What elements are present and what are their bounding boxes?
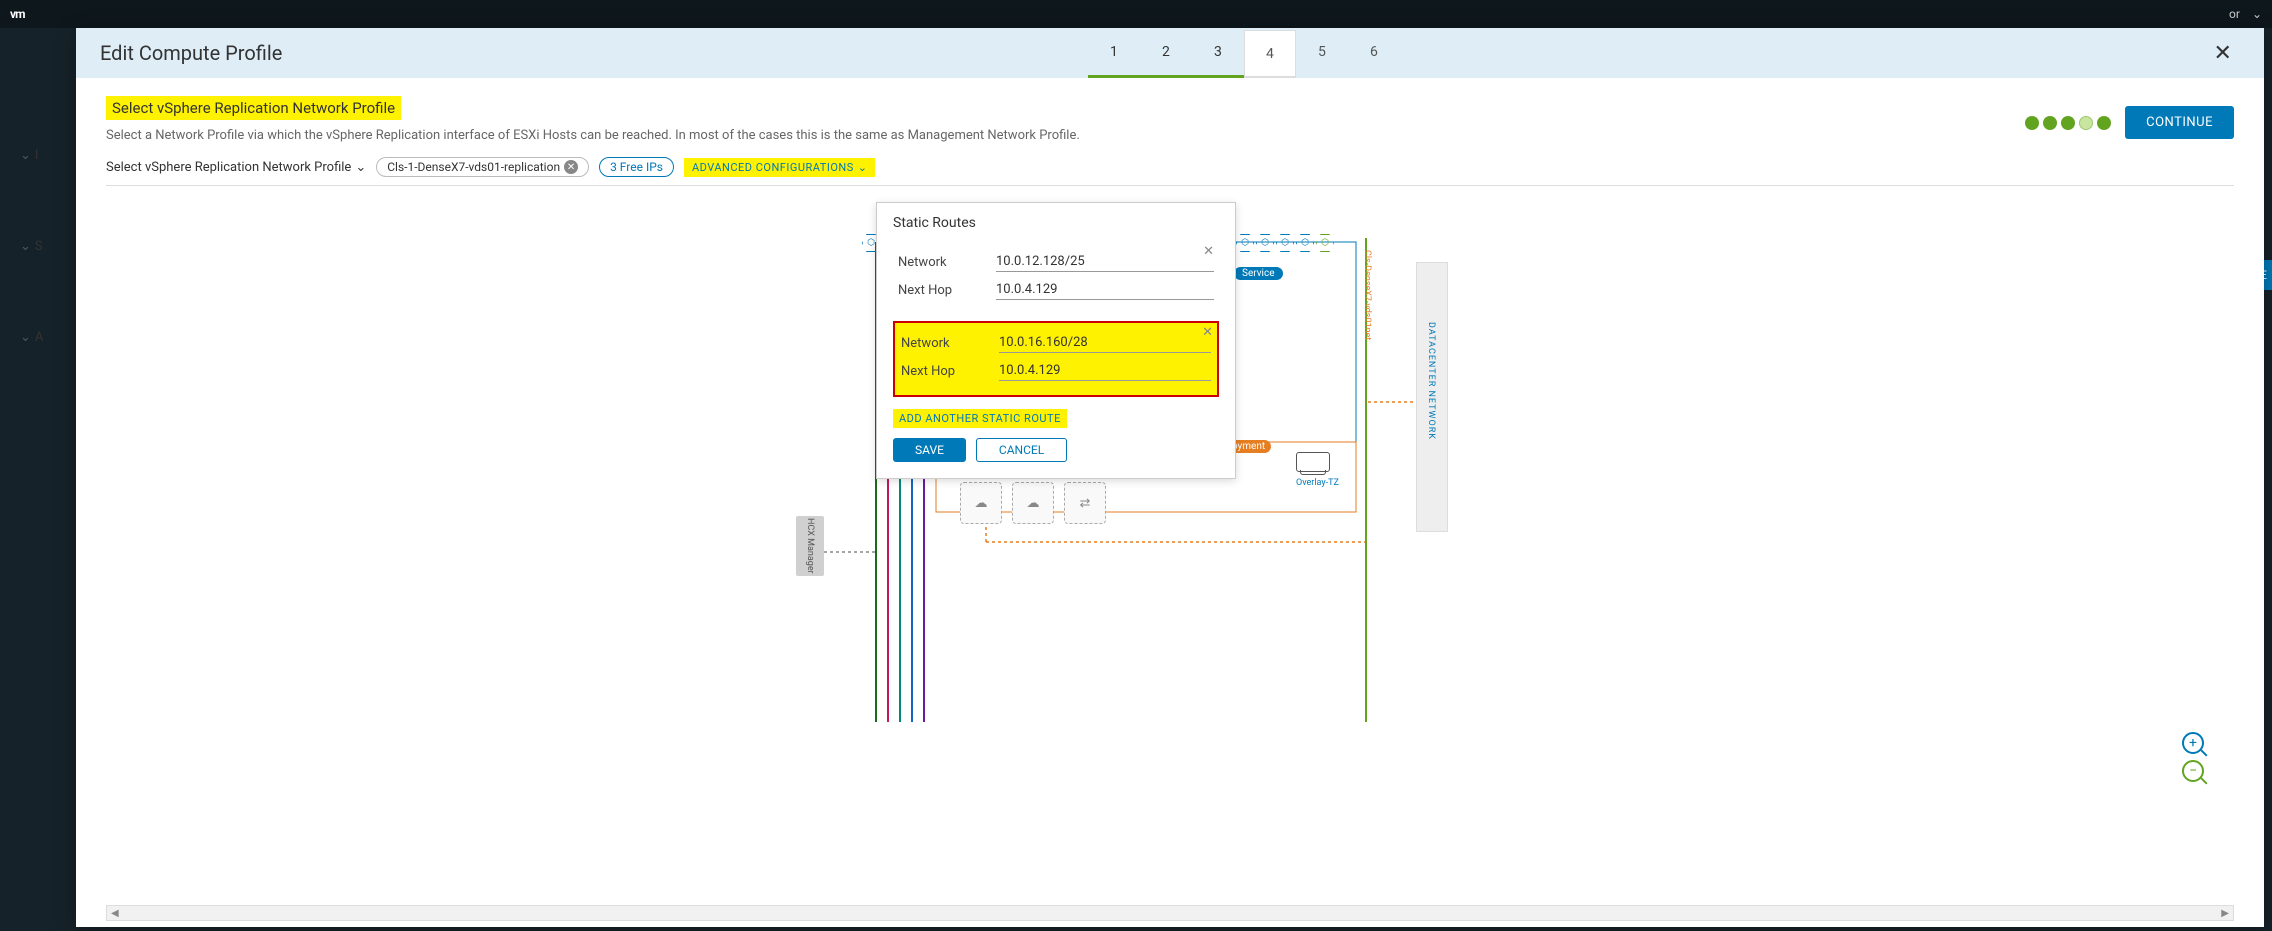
save-button[interactable]: SAVE — [893, 438, 966, 462]
status-dot-2 — [2043, 116, 2057, 130]
network-input[interactable]: 10.0.16.160/28 — [999, 333, 1211, 353]
scroll-left-icon[interactable]: ◀ — [111, 908, 119, 919]
network-input[interactable]: 10.0.12.128/25 — [996, 252, 1214, 272]
static-routes-popover: Static Routes ✕ Network 10.0.12.128/25 N… — [876, 202, 1236, 479]
free-ips-pill[interactable]: 3 Free IPs — [599, 157, 674, 177]
remove-profile-icon[interactable]: ✕ — [564, 160, 578, 174]
user-menu-chevron-icon[interactable]: ⌄ — [2252, 7, 2262, 21]
edit-compute-profile-modal: Edit Compute Profile 1 2 3 4 5 6 ✕ CONTI… — [76, 28, 2264, 927]
bg-item-1: I — [35, 148, 39, 163]
datacenter-network-label: DATACENTER NETWORK — [1426, 322, 1436, 440]
wizard-step-1[interactable]: 1 — [1088, 28, 1140, 78]
app-bar: vm or ⌄ — [0, 0, 2272, 28]
zoom-in-icon[interactable]: + — [2182, 732, 2204, 754]
static-route-2: ✕ Network 10.0.16.160/28 Next Hop 10.0.4… — [893, 321, 1219, 397]
wizard-step-4[interactable]: 4 — [1244, 30, 1296, 78]
section-description: Select a Network Profile via which the v… — [106, 128, 2234, 143]
network-profile-label: Select vSphere Replication Network Profi… — [106, 160, 366, 175]
hex-icon: ⬡ — [1256, 234, 1274, 252]
nexthop-input[interactable]: 10.0.4.129 — [996, 280, 1214, 300]
wizard-step-3[interactable]: 3 — [1192, 28, 1244, 78]
status-dots — [2025, 116, 2111, 130]
hex-icon: ⬡ — [1276, 234, 1294, 252]
router-icon — [1296, 452, 1330, 472]
wizard-step-2[interactable]: 2 — [1140, 28, 1192, 78]
continue-button[interactable]: CONTINUE — [2125, 106, 2234, 139]
scroll-right-icon[interactable]: ▶ — [2221, 908, 2229, 919]
wizard-steps: 1 2 3 4 5 6 — [1088, 28, 1400, 78]
network-label: Network — [901, 336, 981, 351]
chevron-down-icon: ⌄ — [20, 239, 31, 254]
advanced-configurations-link[interactable]: ADVANCED CONFIGURATIONS ⌄ — [684, 158, 876, 177]
status-dot-1 — [2025, 116, 2039, 130]
section-title: Select vSphere Replication Network Profi… — [106, 96, 401, 120]
cancel-button[interactable]: CANCEL — [976, 438, 1067, 462]
selected-profile-label: Cls-1-DenseX7-vds01-replication — [387, 160, 560, 174]
status-dot-5 — [2097, 116, 2111, 130]
hex-icon: ⬡ — [1296, 234, 1314, 252]
hex-icon: ⬡ — [1316, 234, 1334, 252]
vmware-logo: vm — [10, 7, 24, 21]
app-bar-right: or ⌄ — [2229, 7, 2262, 21]
service-badge: Service — [1234, 265, 1283, 280]
close-icon[interactable]: ✕ — [2206, 37, 2240, 70]
bg-item-3: A — [35, 330, 43, 345]
appliance-icons: ☁ ☁ ⇄ — [960, 482, 1106, 524]
modal-header: Edit Compute Profile 1 2 3 4 5 6 ✕ — [76, 28, 2264, 78]
selected-profile-pill[interactable]: Cls-1-DenseX7-vds01-replication ✕ — [376, 157, 589, 177]
chevron-down-icon: ⌄ — [20, 330, 31, 345]
network-profile-row: Select vSphere Replication Network Profi… — [106, 157, 2234, 177]
hcx-manager-box: HCX Manager — [796, 516, 824, 576]
popover-title: Static Routes — [893, 215, 1219, 231]
nexthop-label: Next Hop — [898, 283, 978, 298]
user-menu-suffix[interactable]: or — [2229, 7, 2240, 21]
modal-title: Edit Compute Profile — [100, 41, 282, 65]
appliance-icon: ⇄ — [1064, 482, 1106, 524]
chevron-down-icon: ⌄ — [858, 161, 868, 174]
zoom-controls: + − — [2182, 732, 2204, 782]
hex-icon: ⬡ — [1236, 234, 1254, 252]
horizontal-scrollbar[interactable]: ◀ ▶ — [106, 905, 2234, 921]
divider — [106, 185, 2234, 186]
bg-item-2: S — [35, 239, 43, 254]
appliance-icon: ☁ — [1012, 482, 1054, 524]
remove-route-icon[interactable]: ✕ — [1202, 325, 1213, 340]
chevron-down-icon: ⌄ — [20, 148, 31, 163]
modal-body: CONTINUE Select vSphere Replication Netw… — [76, 78, 2264, 905]
overlay-router: Overlay-TZ — [1296, 452, 1339, 488]
zoom-out-icon[interactable]: − — [2182, 760, 2204, 782]
status-dot-3 — [2061, 116, 2075, 130]
network-label: Network — [898, 255, 978, 270]
chevron-down-icon[interactable]: ⌄ — [355, 160, 366, 175]
header-actions: CONTINUE — [2025, 106, 2234, 139]
add-static-route-link[interactable]: ADD ANOTHER STATIC ROUTE — [893, 409, 1067, 428]
diagram-canvas: Static Routes ✕ Network 10.0.12.128/25 N… — [106, 202, 2234, 822]
appliance-icon: ☁ — [960, 482, 1002, 524]
nexthop-input[interactable]: 10.0.4.129 — [999, 361, 1211, 381]
cluster-label: Cls-DenseX7-vds01net — [1362, 250, 1372, 340]
overlay-label: Overlay-TZ — [1296, 478, 1339, 488]
status-dot-4 — [2079, 116, 2093, 130]
remove-route-icon[interactable]: ✕ — [1203, 244, 1214, 259]
static-route-1: ✕ Network 10.0.12.128/25 Next Hop 10.0.4… — [893, 241, 1219, 315]
popover-actions: SAVE CANCEL — [893, 438, 1219, 462]
nexthop-label: Next Hop — [901, 364, 981, 379]
wizard-step-6[interactable]: 6 — [1348, 28, 1400, 78]
wizard-step-5[interactable]: 5 — [1296, 28, 1348, 78]
background-nav: ⌄ I ⌄ S ⌄ A — [20, 128, 43, 421]
